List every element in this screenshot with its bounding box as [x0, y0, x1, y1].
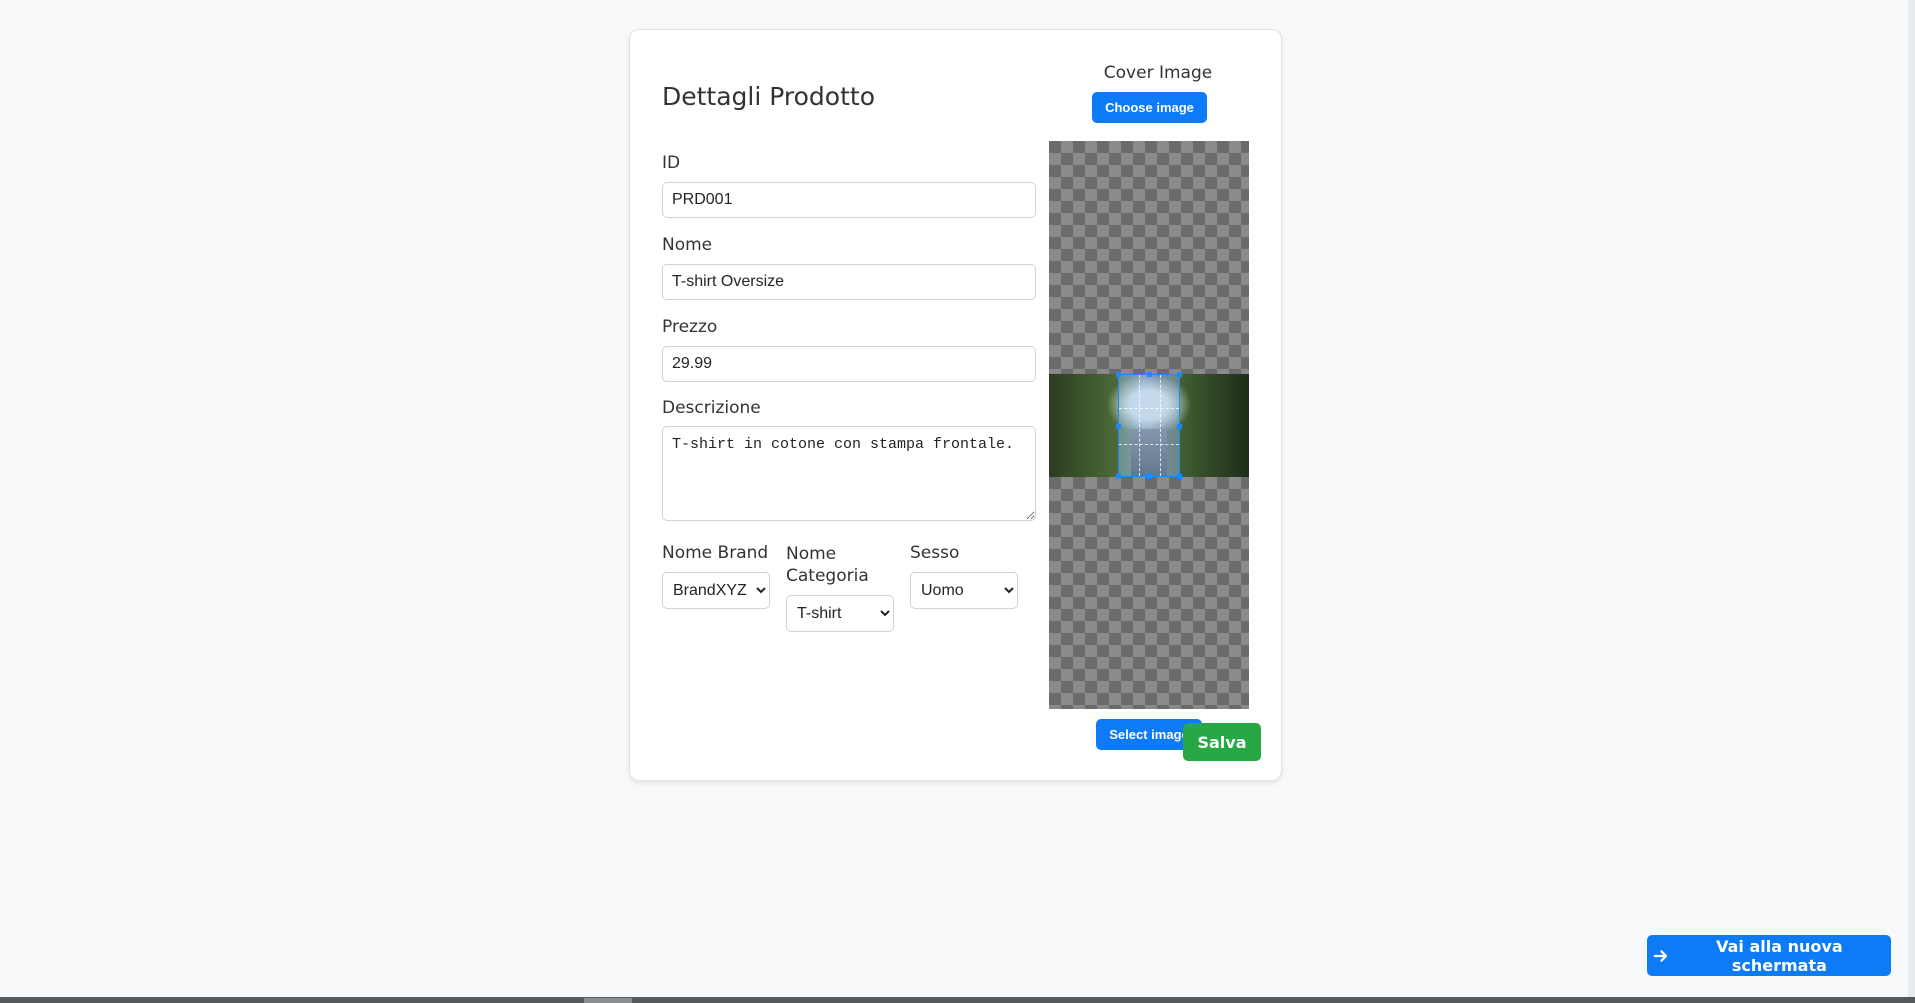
next-screen-label: Vai alla nuova schermata: [1716, 936, 1843, 975]
description-textarea[interactable]: T-shirt in cotone con stampa frontale.: [662, 426, 1036, 521]
crop-handle-top-left[interactable]: [1116, 372, 1121, 377]
cover-image-label: Cover Image: [1103, 63, 1213, 83]
gender-label: Sesso: [910, 543, 960, 563]
name-label: Nome: [662, 235, 713, 255]
category-label-line2: Categoria: [786, 566, 869, 586]
price-input[interactable]: [662, 346, 1036, 382]
category-label: Nome Categoria: [786, 543, 869, 587]
id-input[interactable]: [662, 182, 1036, 218]
crop-selection[interactable]: [1116, 372, 1182, 479]
arrow-right-icon: [1653, 949, 1668, 962]
crop-handle-bottom-right[interactable]: [1177, 474, 1182, 479]
horizontal-scrollbar-thumb[interactable]: [584, 998, 632, 1003]
crop-handle-right[interactable]: [1177, 424, 1182, 429]
crop-handle-bottom[interactable]: [1147, 474, 1152, 479]
image-cropper[interactable]: [1049, 141, 1249, 709]
gender-select[interactable]: Uomo: [910, 572, 1018, 609]
name-input[interactable]: [662, 264, 1036, 300]
page-title: Dettagli Prodotto: [662, 82, 875, 111]
crop-handle-bottom-left[interactable]: [1116, 474, 1121, 479]
crop-handle-left[interactable]: [1116, 424, 1121, 429]
brand-select[interactable]: BrandXYZ: [662, 572, 770, 609]
description-label: Descrizione: [662, 398, 761, 418]
category-label-line1: Nome: [786, 544, 837, 564]
id-label: ID: [662, 153, 681, 173]
crop-handle-top-right[interactable]: [1177, 372, 1182, 377]
next-screen-button[interactable]: Vai alla nuova schermata: [1647, 935, 1891, 976]
crop-handle-top[interactable]: [1147, 372, 1152, 377]
price-label: Prezzo: [662, 317, 718, 337]
horizontal-scrollbar[interactable]: [0, 997, 1915, 1003]
product-details-card: Dettagli Prodotto ID Nome Prezzo Descriz…: [629, 29, 1282, 781]
choose-image-button[interactable]: Choose image: [1092, 92, 1207, 123]
brand-label: Nome Brand: [662, 543, 769, 563]
save-button[interactable]: Salva: [1183, 723, 1261, 761]
category-select[interactable]: T-shirt: [786, 595, 894, 632]
vertical-scrollbar[interactable]: [1908, 0, 1915, 1003]
